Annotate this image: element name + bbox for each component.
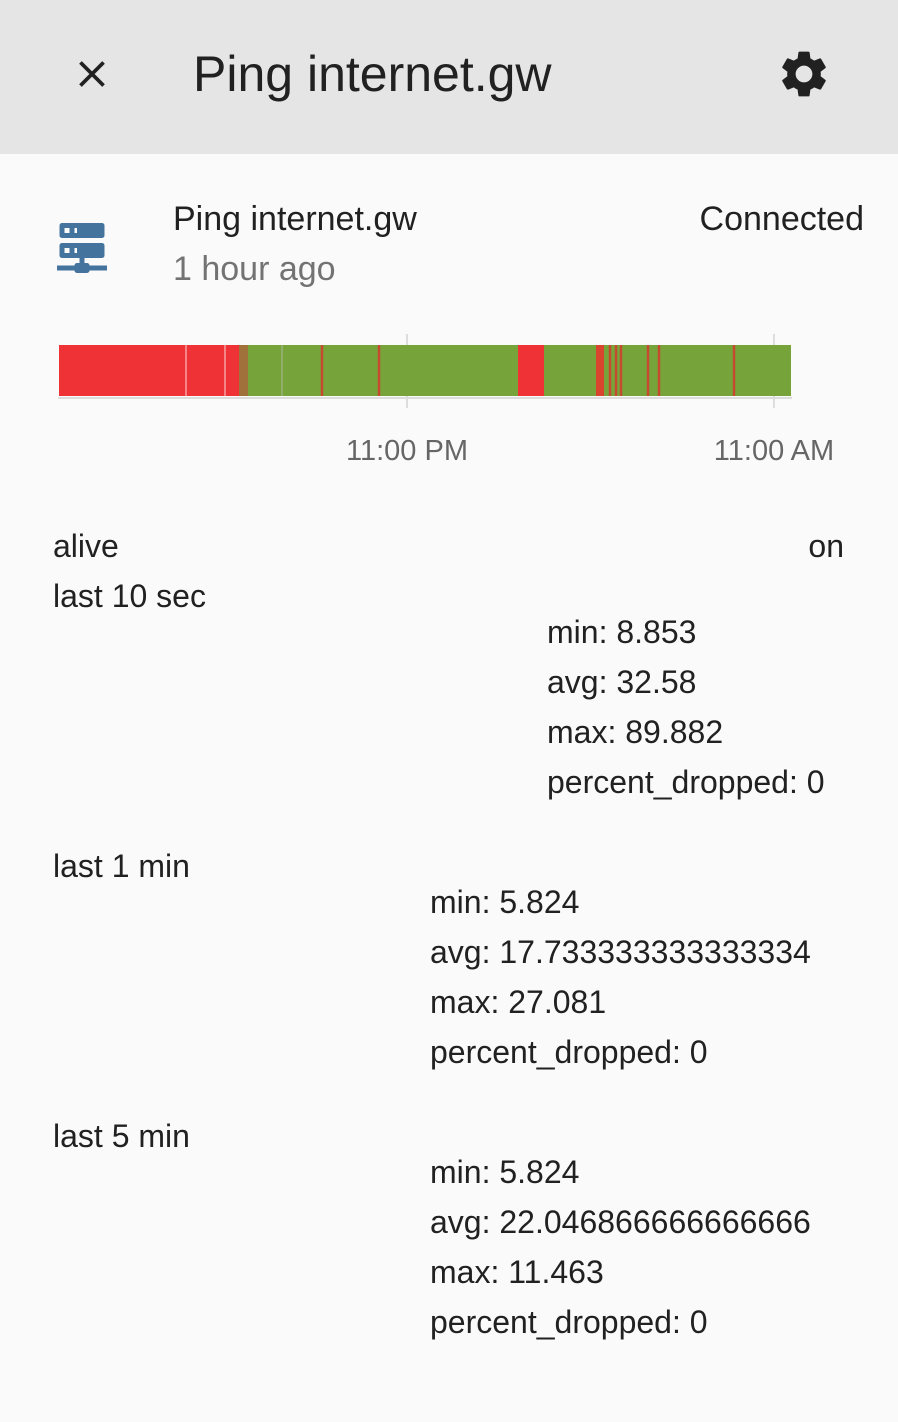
stat-min: min: 5.824	[430, 884, 580, 920]
stat-min: min: 5.824	[430, 1154, 580, 1190]
timeline-segment-off[interactable]	[59, 345, 239, 396]
stat-max: max: 89.882	[547, 714, 724, 750]
attribute-label-last-10-sec: last 10 sec	[53, 578, 206, 614]
attribute-value-last-5-min: min: 5.824 avg: 22.046866666666666 max: …	[430, 1147, 811, 1347]
stat-avg: avg: 32.58	[547, 664, 697, 700]
entity-name: Ping internet.gw	[173, 200, 417, 238]
timeline-segment-off[interactable]	[596, 345, 604, 396]
timeline-segment-off[interactable]	[518, 345, 544, 396]
timeline-segment-mixed[interactable]	[239, 345, 248, 396]
stat-avg: avg: 17.733333333333334	[430, 934, 811, 970]
dialog-title: Ping internet.gw	[193, 46, 552, 102]
timeline-tick-label: 11:00 PM	[346, 435, 468, 467]
attribute-value-alive: on	[808, 528, 844, 564]
server-network-icon	[57, 223, 107, 273]
close-button[interactable]	[60, 42, 124, 106]
attribute-label-last-1-min: last 1 min	[53, 848, 190, 884]
attribute-label-last-5-min: last 5 min	[53, 1118, 190, 1154]
attribute-value-last-10-sec: min: 8.853 avg: 32.58 max: 89.882 percen…	[547, 607, 825, 807]
attribute-label-alive: alive	[53, 528, 119, 564]
settings-button[interactable]	[772, 42, 836, 106]
timeline-tick-label: 11:00 AM	[714, 435, 834, 467]
history-timeline[interactable]: 11:00 PM 11:00 AM	[40, 320, 860, 480]
stat-avg: avg: 22.046866666666666	[430, 1204, 811, 1240]
stat-percent-dropped: percent_dropped: 0	[430, 1304, 708, 1340]
entity-last-changed: 1 hour ago	[173, 250, 336, 288]
stat-min: min: 8.853	[547, 614, 697, 650]
dialog-toolbar: Ping internet.gw	[0, 0, 898, 154]
attribute-value-last-1-min: min: 5.824 avg: 17.733333333333334 max: …	[430, 877, 811, 1077]
close-icon	[79, 61, 105, 87]
entity-state: Connected	[699, 200, 864, 238]
gear-icon	[782, 51, 826, 97]
stat-percent-dropped: percent_dropped: 0	[430, 1034, 708, 1070]
stat-percent-dropped: percent_dropped: 0	[547, 764, 825, 800]
stat-max: max: 27.081	[430, 984, 607, 1020]
stat-max: max: 11.463	[430, 1254, 604, 1290]
